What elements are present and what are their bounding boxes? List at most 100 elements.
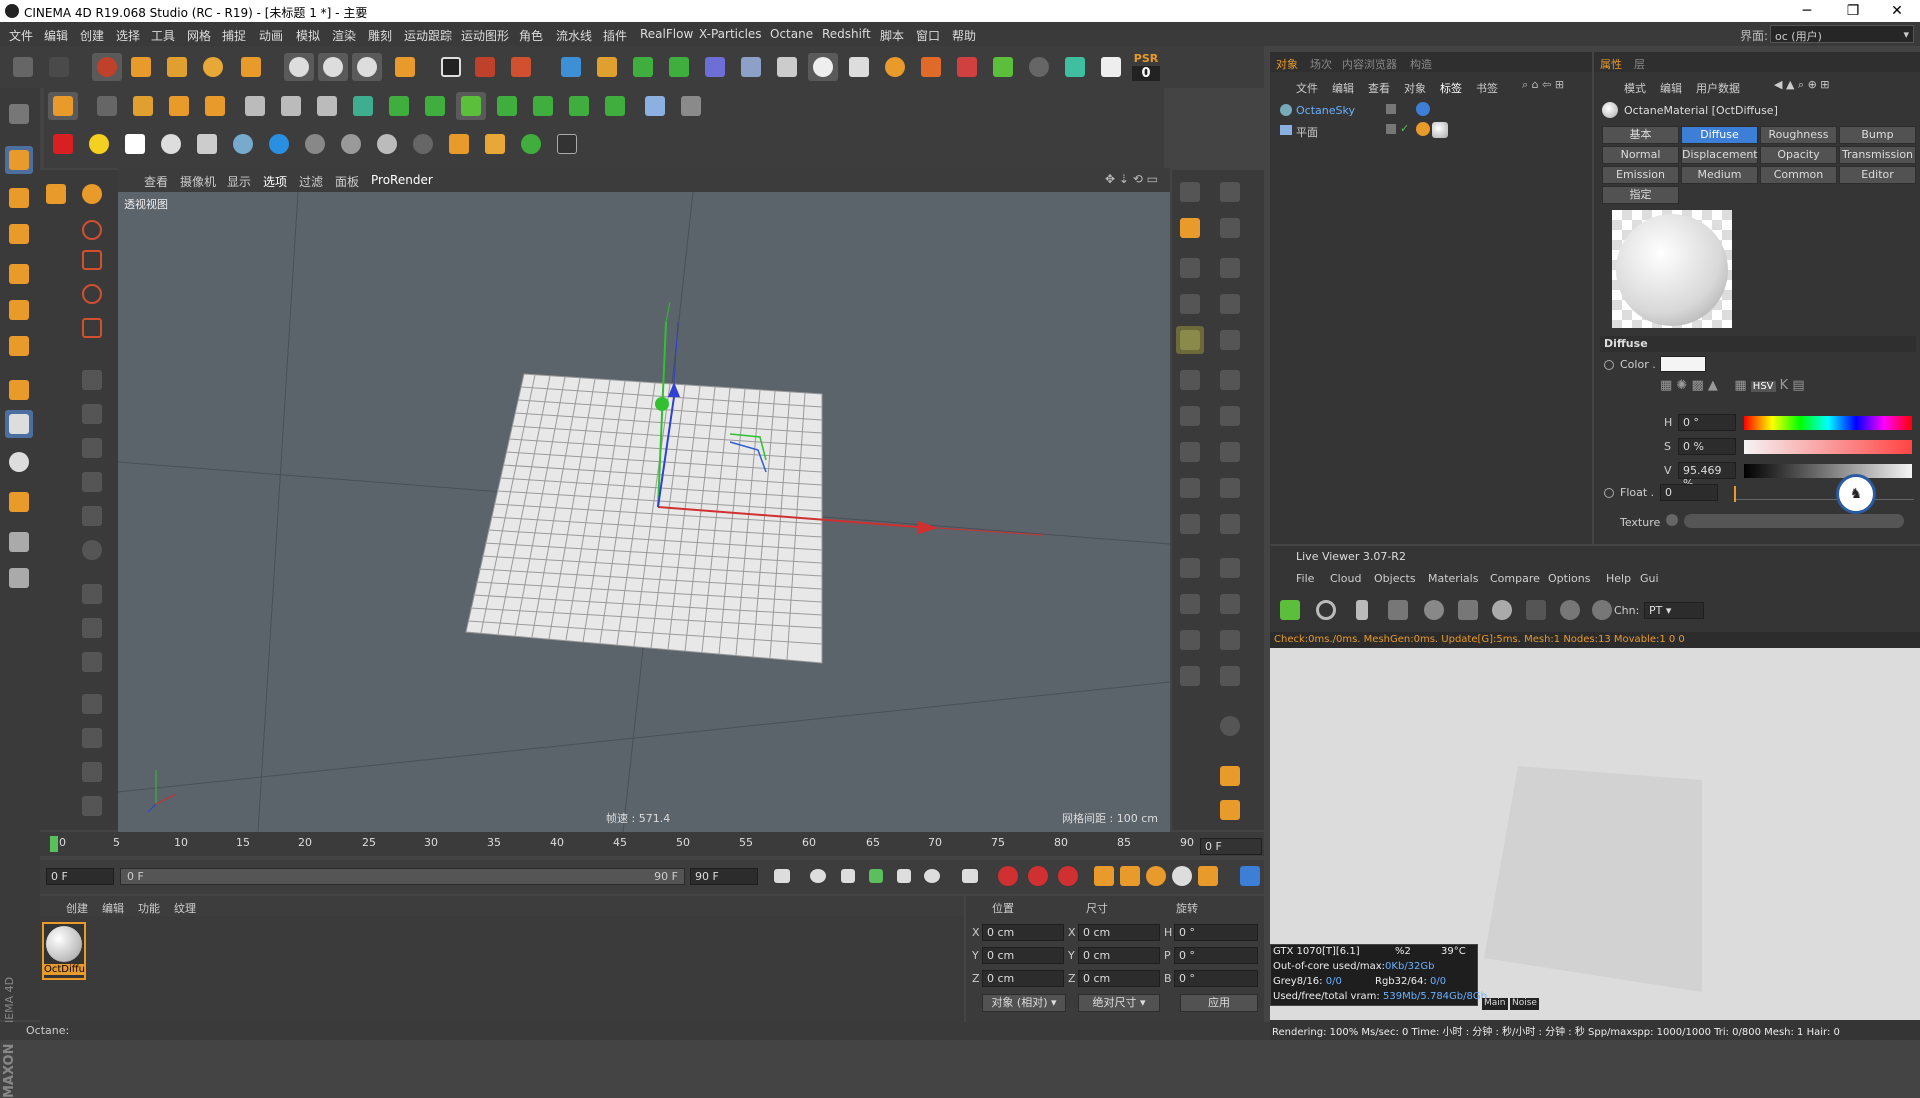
channel-button-emission[interactable]: Emission <box>1602 166 1679 184</box>
daylight-icon[interactable] <box>84 130 114 158</box>
om-menu-file[interactable]: 文件 <box>1296 80 1318 96</box>
float-slider-handle[interactable] <box>1734 486 1736 502</box>
texture-mode-icon[interactable] <box>5 184 33 212</box>
vdb-icon[interactable] <box>480 130 510 158</box>
end-frame-field[interactable]: 90 F <box>690 868 758 885</box>
om-menu-tag[interactable]: 标签 <box>1440 80 1462 96</box>
channel-select[interactable]: PT ▾ <box>1644 602 1704 619</box>
material-menu-texture[interactable]: 纹理 <box>174 900 196 916</box>
octane-tag-icon[interactable] <box>1416 102 1430 116</box>
channel-button-medium[interactable]: Medium <box>1681 166 1758 184</box>
record-icon[interactable] <box>994 862 1022 890</box>
points-icon[interactable] <box>5 260 33 288</box>
menu-motion-tracking[interactable]: 运动跟踪 <box>404 27 452 44</box>
vr-icon-8[interactable] <box>1176 326 1204 354</box>
axis-icon[interactable] <box>5 376 33 404</box>
saturation-field[interactable]: 0 % <box>1678 438 1736 455</box>
channel-button-opacity[interactable]: Opacity <box>1760 146 1837 164</box>
lv-menu-options[interactable]: Options <box>1548 572 1590 585</box>
lv-menu-file[interactable]: File <box>1296 572 1314 585</box>
texture-arrow-icon[interactable] <box>1666 514 1678 526</box>
menu-redshift[interactable]: Redshift <box>822 27 871 41</box>
layout-select[interactable]: oc (用户)▾ <box>1770 25 1914 43</box>
realflow-icon[interactable] <box>988 53 1018 81</box>
shuffle-icon[interactable] <box>552 130 582 158</box>
random-effector-icon[interactable] <box>456 92 486 120</box>
key-param-icon[interactable] <box>1168 862 1196 890</box>
color-radio[interactable] <box>1604 360 1614 370</box>
auto-key-icon[interactable] <box>1024 862 1052 890</box>
tab-noise[interactable]: Noise <box>1510 998 1539 1010</box>
attr-nav-icons[interactable]: ◀ ▲ ⌕ ⊕ ⊞ <box>1774 78 1830 92</box>
fracture-icon[interactable] <box>384 92 414 120</box>
perspective-viewport[interactable]: 透视视图 帧速 : 571.4 网格间距 : 100 cm <box>118 192 1170 832</box>
diffuse-material-icon[interactable] <box>300 130 330 158</box>
menu-mesh[interactable]: 网格 <box>187 27 211 44</box>
redo-icon[interactable] <box>44 53 74 81</box>
attr-menu-userdata[interactable]: 用户数据 <box>1696 80 1740 96</box>
maximize-button[interactable]: ❐ <box>1830 0 1876 22</box>
xparticles-system-icon[interactable] <box>952 53 982 81</box>
hue-slider[interactable] <box>1744 416 1912 430</box>
menu-edit[interactable]: 编辑 <box>44 27 68 44</box>
help-tool-icon[interactable] <box>78 180 106 208</box>
s-plugin-icon[interactable] <box>880 53 910 81</box>
object-row[interactable]: OctaneSky <box>1280 102 1590 120</box>
select-tool-icon[interactable] <box>92 53 122 81</box>
value-slider[interactable] <box>1744 464 1912 478</box>
target-light-icon[interactable] <box>156 130 186 158</box>
lv-menu-help[interactable]: Help <box>1606 572 1631 585</box>
matrix-icon[interactable] <box>420 92 450 120</box>
prev-key-icon[interactable] <box>804 862 832 890</box>
mode-object-icon[interactable] <box>48 92 78 120</box>
tab-attributes[interactable]: 属性 <box>1600 56 1622 72</box>
attr-menu-mode[interactable]: 模式 <box>1624 80 1646 96</box>
object-row[interactable]: 平面 ✓ <box>1280 122 1590 140</box>
channel-button-diffuse[interactable]: Diffuse <box>1681 126 1758 144</box>
float-slider[interactable] <box>1734 488 1914 500</box>
glossy-material-icon[interactable] <box>336 130 366 158</box>
menu-render[interactable]: 渲染 <box>332 27 356 44</box>
channel-button-normal[interactable]: Normal <box>1602 146 1679 164</box>
size-x-field[interactable]: 0 cm <box>1078 924 1160 941</box>
menu-realflow[interactable]: RealFlow <box>640 27 693 41</box>
xparticles-emitter-icon[interactable] <box>916 53 946 81</box>
hsv-mode-button[interactable]: HSV <box>1751 381 1776 392</box>
move-tool-icon[interactable] <box>126 53 156 81</box>
z-axis-icon[interactable] <box>352 53 382 81</box>
next-key-icon[interactable] <box>918 862 946 890</box>
channel-button-roughness[interactable]: Roughness <box>1760 126 1837 144</box>
cube-object-icon[interactable] <box>556 53 586 81</box>
keyframe-selection-icon[interactable] <box>1054 862 1082 890</box>
lv-menu-objects[interactable]: Objects <box>1374 572 1416 585</box>
key-scale-icon[interactable] <box>1116 862 1144 890</box>
go-to-start-icon[interactable] <box>768 862 796 890</box>
loop-select-icon[interactable] <box>164 92 194 120</box>
scatter-tree-icon[interactable] <box>444 130 474 158</box>
position-y-field[interactable]: 0 cm <box>982 947 1064 964</box>
tab-structure[interactable]: 构造 <box>1410 56 1432 72</box>
lv-menu-materials[interactable]: Materials <box>1428 572 1478 585</box>
timeline-ruler[interactable] <box>40 832 1264 856</box>
channel-button-common[interactable]: Common <box>1760 166 1837 184</box>
check-icon[interactable]: ✓ <box>1400 122 1409 135</box>
start-frame-field[interactable]: 0 F <box>46 868 114 885</box>
attr-menu-edit[interactable]: 编辑 <box>1660 80 1682 96</box>
download-icon[interactable] <box>844 53 874 81</box>
menu-help[interactable]: 帮助 <box>952 27 976 44</box>
x-axis-icon[interactable] <box>284 53 314 81</box>
menu-character[interactable]: 角色 <box>519 27 543 44</box>
clay-mode-icon[interactable] <box>1522 596 1550 624</box>
octane-camera-icon[interactable] <box>48 130 78 158</box>
menu-simulate[interactable]: 模拟 <box>296 27 320 44</box>
go-to-end-icon[interactable] <box>956 862 984 890</box>
spot-light-icon[interactable] <box>192 130 222 158</box>
camera-icon[interactable] <box>772 53 802 81</box>
tab-layers[interactable]: 层 <box>1634 56 1645 72</box>
menu-octane[interactable]: Octane <box>770 27 813 41</box>
current-frame-field[interactable]: 0 F <box>1200 838 1262 855</box>
play-icon[interactable] <box>862 862 890 890</box>
magnet-icon[interactable] <box>5 488 33 516</box>
coordinate-system-icon[interactable] <box>390 53 420 81</box>
menu-plugins[interactable]: 插件 <box>603 27 627 44</box>
